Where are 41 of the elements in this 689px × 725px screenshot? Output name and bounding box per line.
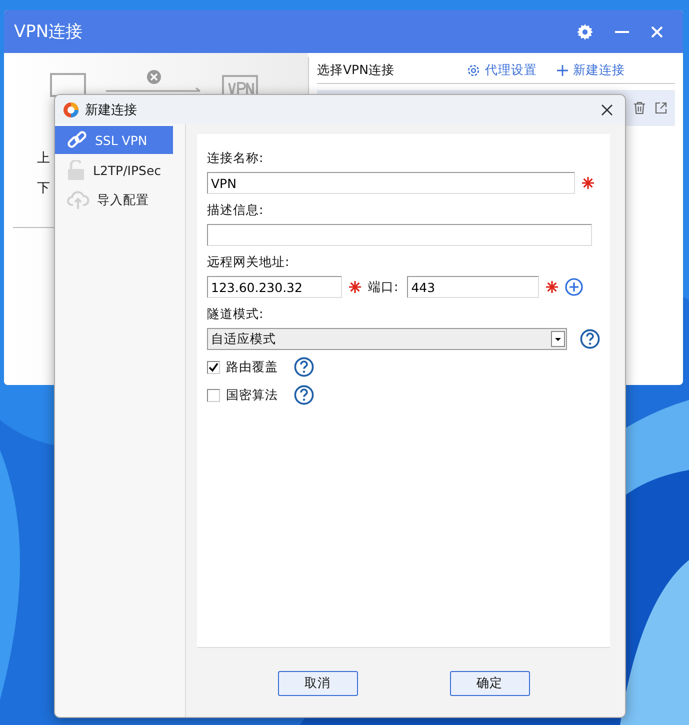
- link-icon: [67, 130, 87, 150]
- checkbox-label: 国密算法: [226, 386, 278, 404]
- tunnel-mode-dropdown[interactable]: 自适应模式: [207, 328, 567, 350]
- field-label: 描述信息:: [207, 202, 264, 219]
- unlocked-padlock-icon: [67, 160, 85, 180]
- new-connection-link[interactable]: 新建连接: [557, 62, 625, 78]
- name-field[interactable]: VPN: [207, 172, 575, 194]
- export-icon[interactable]: [655, 102, 667, 114]
- help-icon[interactable]: [580, 329, 600, 349]
- help-icon[interactable]: [294, 385, 314, 405]
- checkbox[interactable]: [207, 360, 220, 374]
- confirm-button[interactable]: 确定: [450, 670, 530, 696]
- add-circle-icon[interactable]: [565, 278, 584, 296]
- download-label: 下: [37, 180, 50, 197]
- caret-icon: [551, 331, 565, 347]
- checkbox-label: 路由覆盖: [226, 358, 278, 376]
- sidebar-item[interactable]: 导入配置: [55, 186, 173, 214]
- proxy-settings-link[interactable]: 代理设置: [467, 62, 537, 78]
- field-label: 远程网关地址:: [207, 254, 290, 271]
- window-title: VPN连接: [14, 21, 84, 43]
- help-icon[interactable]: [294, 357, 314, 377]
- dialog-title: 新建连接: [85, 102, 138, 118]
- description-field[interactable]: [207, 224, 592, 246]
- gateway-field[interactable]: 123.60.230.32: [207, 276, 342, 298]
- sidebar-item[interactable]: L2TP/IPSec: [55, 156, 173, 184]
- port-field[interactable]: 443: [407, 276, 540, 298]
- upload-label: 上: [37, 150, 50, 167]
- field-label: 连接名称:: [207, 150, 264, 167]
- panel-title: 选择VPN连接: [317, 62, 396, 78]
- close-icon[interactable]: [601, 104, 613, 116]
- settings-icon: [467, 64, 480, 76]
- trash-icon[interactable]: [634, 102, 645, 114]
- settings-icon[interactable]: [577, 24, 593, 40]
- cloud-upload-icon: [67, 191, 89, 209]
- sidebar-item[interactable]: SSL VPN: [55, 126, 173, 154]
- plus-icon: [557, 64, 568, 76]
- cancel-button[interactable]: 取消: [278, 670, 358, 696]
- app-logo-icon: [63, 102, 79, 118]
- field-label: 隧道模式:: [207, 306, 264, 323]
- field-label: 端口:: [368, 278, 398, 296]
- checkbox[interactable]: [207, 388, 220, 402]
